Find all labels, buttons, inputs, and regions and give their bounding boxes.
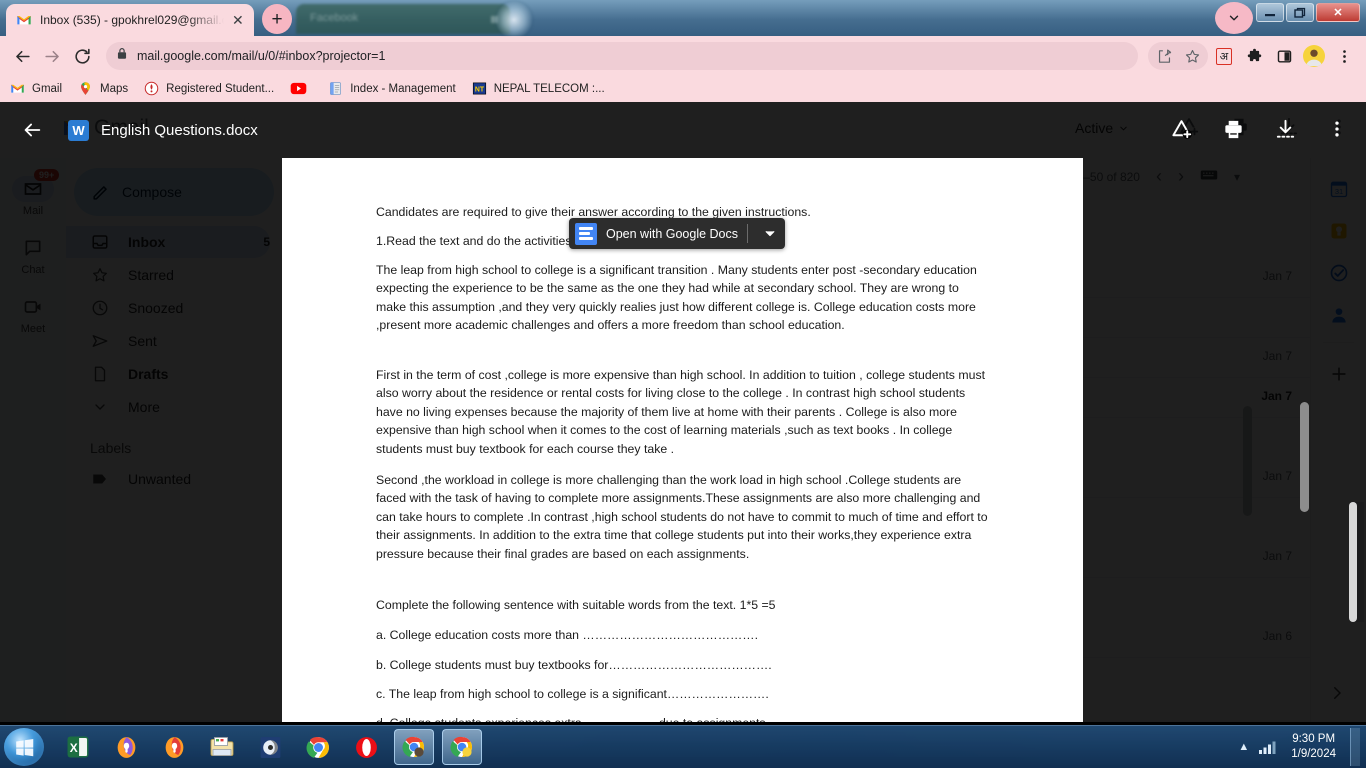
avast-secure-browser-icon[interactable] — [154, 729, 194, 765]
youtube-icon — [290, 81, 307, 97]
side-panel-icon[interactable] — [1270, 42, 1298, 70]
tab-strip: Facebook Inbox (535) - gpokhrel029@gmail… — [0, 0, 1366, 36]
maps-pin-icon — [78, 81, 94, 97]
network-signal-icon[interactable] — [1259, 740, 1277, 754]
show-hidden-icons-button[interactable]: ▲ — [1238, 741, 1249, 753]
avast-icon[interactable] — [106, 729, 146, 765]
doc-paragraph: a. College education costs more than ………… — [376, 628, 759, 642]
background-tab-title: Facebook — [310, 12, 359, 24]
word-file-icon: W — [68, 119, 89, 141]
taskbar-apps: X — [58, 729, 482, 765]
close-button[interactable]: ✕ — [1316, 3, 1360, 22]
download-icon[interactable] — [1272, 116, 1298, 142]
address-bar[interactable]: mail.google.com/mail/u/0/#inbox?projecto… — [106, 42, 1138, 70]
bookmark-nepal-telecom[interactable]: NT NEPAL TELECOM :... — [472, 81, 605, 97]
doc-paragraph: b. College students must buy textbooks f… — [376, 658, 772, 672]
page-content: Gmail Active — [0, 102, 1366, 725]
show-desktop-button[interactable] — [1350, 728, 1360, 766]
chrome-window-2-icon[interactable] — [442, 729, 482, 765]
address-bar-url: mail.google.com/mail/u/0/#inbox?projecto… — [137, 49, 386, 63]
bookmark-registered-student[interactable]: Registered Student... — [144, 81, 274, 97]
preview-header: W English Questions.docx — [0, 102, 1366, 158]
university-seal-icon — [144, 81, 160, 97]
gmail-icon — [10, 81, 26, 97]
bookmark-label: NEPAL TELECOM :... — [493, 83, 605, 95]
translate-extension-icon[interactable]: अ — [1210, 42, 1238, 70]
bookmark-maps[interactable]: Maps — [78, 81, 128, 97]
browser-toolbar: mail.google.com/mail/u/0/#inbox?projecto… — [0, 36, 1366, 76]
bookmark-label: Gmail — [32, 83, 63, 95]
active-tab-title: Inbox (535) - gpokhrel029@gmail.com — [40, 13, 224, 27]
tab-search-button[interactable] — [1215, 2, 1253, 34]
back-arrow-icon[interactable] — [18, 116, 46, 144]
screen: Facebook Inbox (535) - gpokhrel029@gmail… — [0, 0, 1366, 768]
star-icon[interactable] — [1178, 42, 1206, 70]
bookmark-label: Maps — [100, 83, 129, 95]
chevron-down-icon[interactable] — [757, 229, 783, 239]
chrome-browser-window: Facebook Inbox (535) - gpokhrel029@gmail… — [0, 0, 1366, 725]
extensions-icon[interactable] — [1240, 42, 1268, 70]
doc-paragraph: c. The leap from high school to college … — [376, 687, 769, 701]
svg-text:NT: NT — [475, 86, 485, 93]
media-player-icon[interactable] — [250, 729, 290, 765]
start-button[interactable] — [4, 728, 44, 766]
open-with-google-docs-button[interactable]: Open with Google Docs — [569, 218, 786, 249]
bookmark-gmail[interactable]: Gmail — [10, 81, 62, 97]
share-icon[interactable] — [1150, 42, 1178, 70]
doc-paragraph: Second ,the workload in college is more … — [376, 473, 988, 561]
more-options-icon[interactable] — [1324, 116, 1350, 142]
preview-scrollbar[interactable] — [1349, 502, 1357, 622]
bookmark-index-management[interactable]: Index - Management — [328, 81, 456, 97]
restore-button[interactable] — [1286, 3, 1314, 22]
chrome-icon[interactable] — [298, 729, 338, 765]
open-with-label: Open with Google Docs — [606, 226, 739, 241]
svg-text:X: X — [70, 741, 78, 755]
system-tray: ▲ 9:30 PM 1/9/2024 — [1238, 728, 1366, 766]
new-tab-button[interactable]: + — [262, 4, 292, 34]
document-icon — [328, 81, 344, 97]
google-docs-icon — [575, 222, 597, 245]
lock-icon — [116, 47, 128, 65]
omnibox-action-group — [1148, 42, 1208, 70]
back-icon[interactable] — [8, 42, 36, 70]
minimize-button[interactable] — [1256, 3, 1284, 22]
clock-time: 9:30 PM — [1292, 733, 1336, 745]
file-explorer-icon[interactable] — [202, 729, 242, 765]
divider — [747, 224, 749, 243]
nepal-telecom-icon: NT — [472, 81, 488, 97]
bookmarks-bar: Gmail Maps Registered Student... Index -… — [0, 76, 1366, 102]
bookmark-youtube[interactable] — [290, 81, 312, 97]
doc-paragraph: The leap from high school to college is … — [376, 263, 977, 333]
bookmark-label: Index - Management — [350, 83, 456, 95]
three-dot-menu-icon[interactable] — [1330, 42, 1358, 70]
window-controls: ✕ — [1256, 3, 1360, 22]
bookmark-label: Registered Student... — [166, 83, 275, 95]
background-tab[interactable]: Facebook — [296, 4, 510, 34]
forward-icon[interactable] — [38, 42, 66, 70]
excel-icon[interactable]: X — [58, 729, 98, 765]
avatar[interactable] — [1300, 42, 1328, 70]
close-icon[interactable]: ✕ — [232, 13, 246, 27]
blurred-overlay-orb — [492, 0, 536, 36]
preview-actions — [1168, 116, 1350, 142]
windows-taskbar: X ▲ 9:30 PM 1/9/2024 — [0, 725, 1366, 768]
gmail-icon — [16, 12, 32, 28]
opera-icon[interactable] — [346, 729, 386, 765]
page-title: English Questions.docx — [101, 121, 258, 139]
doc-paragraph: Complete the following sentence with sui… — [376, 598, 776, 612]
taskbar-clock[interactable]: 9:30 PM 1/9/2024 — [1287, 732, 1340, 762]
clock-date: 1/9/2024 — [1291, 748, 1336, 760]
reload-icon[interactable] — [68, 42, 96, 70]
document-scrollbar[interactable] — [1300, 402, 1309, 512]
doc-paragraph: First in the term of cost ,college is mo… — [376, 368, 986, 456]
add-to-drive-icon[interactable] — [1168, 116, 1194, 142]
chrome-window-1-icon[interactable] — [394, 729, 434, 765]
active-tab[interactable]: Inbox (535) - gpokhrel029@gmail.com ✕ — [6, 4, 254, 36]
print-icon[interactable] — [1220, 116, 1246, 142]
